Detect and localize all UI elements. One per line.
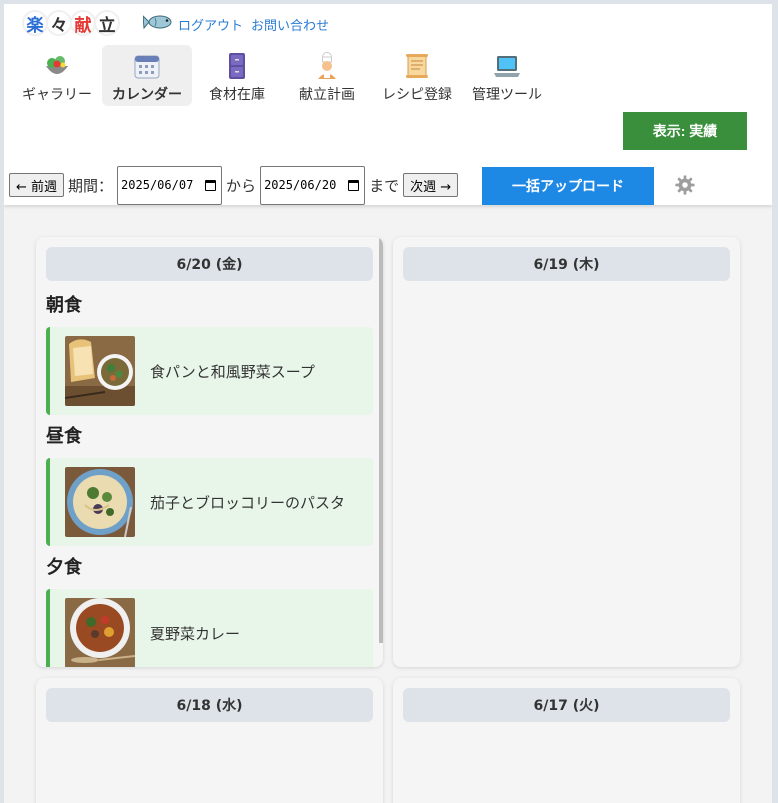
meal-type-breakfast: 朝食: [46, 295, 82, 316]
day-header: 6/17 (火): [403, 688, 730, 722]
end-date-input[interactable]: 2025/06/20: [260, 165, 366, 205]
salad-icon: [43, 52, 71, 80]
dish-name: 茄子とブロッコリーのパスタ: [150, 493, 346, 512]
dish-name: 夏野菜カレー: [150, 624, 241, 643]
nav-label: 献立計画: [299, 87, 355, 103]
day-card: 6/20 (金) 朝食 食パンと和風野菜スープ 昼食 茄子とブロッコリーのパスタ…: [36, 237, 383, 667]
bulk-upload-button[interactable]: 一括アップロード: [482, 167, 654, 205]
nav-label: カレンダー: [112, 87, 182, 103]
nav-admin[interactable]: 管理ツール: [462, 45, 552, 106]
next-week-button[interactable]: 次週 →: [403, 173, 459, 197]
meal-item[interactable]: 夏野菜カレー: [46, 589, 373, 667]
laptop-icon: [493, 52, 521, 80]
dish-photo: [65, 336, 135, 406]
logo-char: 々: [46, 10, 72, 36]
nav-meal-plan[interactable]: 献立計画: [282, 45, 372, 106]
app-logo[interactable]: 楽 々 献 立: [22, 10, 120, 36]
nav-calendar[interactable]: カレンダー: [102, 45, 192, 106]
dish-photo: [65, 467, 135, 537]
page: 楽 々 献 立 ログアウト お問い合わせ ギャラリー カレンダー 食材在庫 献立…: [4, 4, 772, 803]
fish-icon: [143, 15, 172, 30]
day-card: 6/18 (水): [36, 678, 383, 803]
logout-link[interactable]: ログアウト: [178, 15, 243, 34]
cabinet-icon: [223, 52, 251, 80]
nav-label: ギャラリー: [22, 87, 92, 103]
day-header: 6/20 (金): [46, 247, 373, 281]
meal-type-lunch: 昼食: [46, 426, 82, 447]
top-links: ログアウト お問い合わせ: [178, 15, 329, 34]
chef-icon: [313, 52, 341, 80]
day-card: 6/19 (木): [393, 237, 740, 667]
calendar-picker-icon[interactable]: [205, 179, 217, 191]
nav-gallery[interactable]: ギャラリー: [12, 45, 102, 106]
header: 楽 々 献 立 ログアウト お問い合わせ ギャラリー カレンダー 食材在庫 献立…: [4, 4, 772, 205]
dish-photo: [65, 598, 135, 667]
start-date-value: 2025/06/07: [121, 178, 194, 192]
display-toggle-button[interactable]: 表示: 実績: [623, 112, 747, 150]
start-date-input[interactable]: 2025/06/07: [117, 165, 223, 205]
prev-week-button[interactable]: ← 前週: [9, 173, 65, 197]
main-nav: ギャラリー カレンダー 食材在庫 献立計画 レシピ登録 管理ツール: [12, 45, 552, 106]
logo-char: 献: [70, 10, 96, 36]
period-label: 期間：: [68, 176, 114, 195]
meal-item[interactable]: 茄子とブロッコリーのパスタ: [46, 458, 373, 546]
nav-label: 管理ツール: [472, 87, 542, 103]
scrollbar[interactable]: [379, 237, 383, 643]
day-header: 6/19 (木): [403, 247, 730, 281]
nav-inventory[interactable]: 食材在庫: [192, 45, 282, 106]
day-header: 6/18 (水): [46, 688, 373, 722]
until-label: まで: [369, 176, 400, 195]
dish-name: 食パンと和風野菜スープ: [150, 362, 315, 381]
week-controls: ← 前週 期間： 2025/06/07 から 2025/06/20 まで 次週 …: [9, 165, 459, 205]
end-date-value: 2025/06/20: [264, 178, 337, 192]
scroll-icon: [403, 52, 431, 80]
meal-type-dinner: 夕食: [46, 557, 82, 578]
calendar-picker-icon[interactable]: [348, 179, 360, 191]
logo-char: 楽: [22, 10, 48, 36]
from-label: から: [226, 176, 257, 195]
nav-label: レシピ登録: [382, 87, 452, 103]
gear-icon[interactable]: [674, 174, 696, 196]
nav-label: 食材在庫: [209, 87, 265, 103]
meal-item[interactable]: 食パンと和風野菜スープ: [46, 327, 373, 415]
contact-link[interactable]: お問い合わせ: [251, 15, 329, 34]
logo-char: 立: [94, 10, 120, 36]
nav-recipe-register[interactable]: レシピ登録: [372, 45, 462, 106]
calendar-icon: [133, 52, 161, 80]
day-card: 6/17 (火): [393, 678, 740, 803]
